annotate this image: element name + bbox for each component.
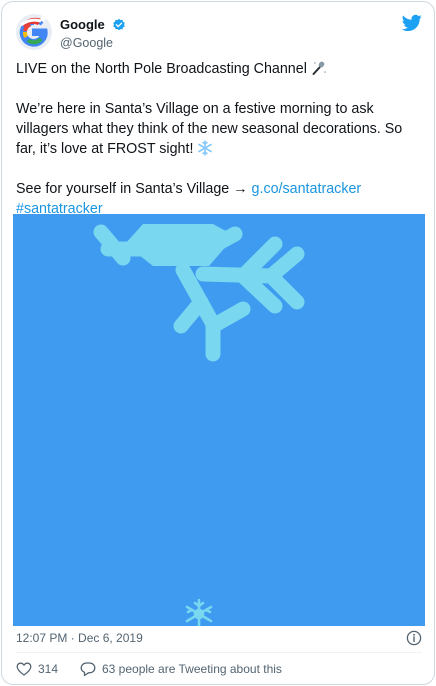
- divider: [16, 652, 422, 653]
- display-name[interactable]: Google: [60, 17, 105, 33]
- like-action[interactable]: 314: [16, 660, 58, 678]
- tweet-paragraph-2: We’re here in Santa’s Village on a festi…: [16, 99, 426, 159]
- tweeting-about-text: 63 people are Tweeting about this: [102, 662, 282, 676]
- tweet-timestamp[interactable]: 12:07 PM · Dec 6, 2019: [16, 631, 143, 645]
- snowflake-emoji-icon: [198, 140, 213, 156]
- small-snowflake-icon: [185, 598, 213, 626]
- tweet-card[interactable]: Google @Google LIVE on the North Pole Br…: [1, 1, 435, 685]
- verified-badge-icon: [113, 18, 125, 31]
- tweet-paragraph-1: LIVE on the North Pole Broadcasting Chan…: [16, 59, 426, 79]
- snowflake-graphic: [93, 224, 305, 626]
- tweet-text: LIVE on the North Pole Broadcasting Chan…: [16, 59, 426, 219]
- tweet-header: Google @Google: [16, 14, 422, 50]
- google-logo-icon: [16, 14, 52, 50]
- reply-bubble-icon: [80, 662, 96, 677]
- reply-action[interactable]: 63 people are Tweeting about this: [80, 660, 282, 678]
- heart-icon: [16, 662, 32, 676]
- author-handle[interactable]: @Google: [60, 35, 126, 51]
- santatracker-link[interactable]: g.co/santatracker: [252, 181, 362, 197]
- tweet-paragraph-1-text: LIVE on the North Pole Broadcasting Chan…: [16, 61, 307, 77]
- author-names: Google @Google: [60, 16, 126, 51]
- avatar[interactable]: [16, 14, 52, 50]
- tweet-media-gif[interactable]: [13, 214, 425, 626]
- tweet-paragraph-3: See for yourself in Santa’s Village → g.…: [16, 179, 426, 219]
- tweet-paragraph-3-text: See for yourself in Santa’s Village →: [16, 181, 252, 197]
- microphone-icon: [312, 61, 326, 75]
- tweet-meta: 12:07 PM · Dec 6, 2019: [16, 629, 422, 647]
- twitter-bird-icon[interactable]: [402, 14, 422, 32]
- like-count: 314: [38, 662, 59, 676]
- info-icon[interactable]: [406, 630, 422, 646]
